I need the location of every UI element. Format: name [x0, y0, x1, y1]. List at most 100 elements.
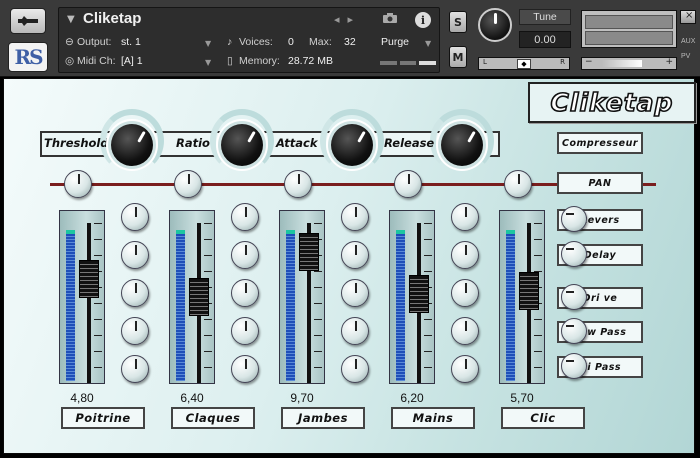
- fader-jambes[interactable]: [279, 210, 325, 384]
- fader-value-clic: 5,70: [510, 391, 534, 405]
- channel-name-poitrine[interactable]: Poitrine: [61, 407, 145, 429]
- instrument-panel: Cliketap Threshold Ratio Attack Release …: [3, 78, 696, 454]
- channel-name-mains[interactable]: Mains: [391, 407, 475, 429]
- pan-slider[interactable]: L ◆ R: [478, 57, 570, 70]
- send-knob-jambes-1[interactable]: [341, 203, 369, 231]
- send-knob-poitrine-3[interactable]: [121, 279, 149, 307]
- fader-handle[interactable]: [409, 275, 429, 314]
- fader-handle[interactable]: [79, 259, 99, 298]
- level-meter-peak: [66, 230, 75, 234]
- channel-name-claques[interactable]: Claques: [171, 407, 255, 429]
- level-meter: [286, 231, 295, 381]
- channel-name-jambes[interactable]: Jambes: [281, 407, 365, 429]
- volume-fill: [602, 60, 642, 67]
- fader-handle[interactable]: [189, 277, 209, 316]
- threshold-label: Threshold: [44, 136, 109, 150]
- attack-knob[interactable]: [331, 124, 373, 166]
- send-knob-claques-2[interactable]: [231, 241, 259, 269]
- tune-value[interactable]: 0.00: [519, 31, 571, 48]
- max-label: Max:: [309, 36, 332, 48]
- instrument-info-panel: ▼ Cliketap ◂▸ i ⊖ Output: st. 1 ▼ ♪ Voic…: [58, 7, 440, 73]
- send-knob-poitrine-1[interactable]: [121, 203, 149, 231]
- send-knob-poitrine-4[interactable]: [121, 317, 149, 345]
- level-meter-peak: [506, 230, 515, 234]
- send-knob-poitrine-5[interactable]: [121, 355, 149, 383]
- release-label: Release: [384, 136, 435, 150]
- midi-dropdown-icon[interactable]: ▼: [205, 58, 211, 67]
- level-meter: [66, 231, 75, 381]
- fader-poitrine[interactable]: [59, 210, 105, 384]
- pan-knob-jambes[interactable]: [284, 170, 312, 198]
- cliketap-logo: Cliketap: [528, 82, 696, 123]
- send-knob-poitrine-2[interactable]: [121, 241, 149, 269]
- revers-knob[interactable]: [561, 206, 587, 232]
- send-knob-claques-1[interactable]: [231, 203, 259, 231]
- drive-knob[interactable]: [561, 284, 587, 310]
- purge-menu[interactable]: Purge: [381, 36, 409, 48]
- pan-knob-clic[interactable]: [504, 170, 532, 198]
- send-knob-jambes-4[interactable]: [341, 317, 369, 345]
- fader-mains[interactable]: [389, 210, 435, 384]
- send-knob-claques-4[interactable]: [231, 317, 259, 345]
- voices-value: 0: [288, 36, 294, 48]
- fader-value-jambes: 9,70: [290, 391, 314, 405]
- camera-icon[interactable]: [382, 12, 400, 26]
- volume-slider[interactable]: − +: [581, 57, 677, 70]
- max-voices-value[interactable]: 32: [344, 36, 356, 48]
- volume-plus-label: +: [665, 57, 673, 67]
- meter-right-channel: [585, 31, 673, 45]
- fader-clic[interactable]: [499, 210, 545, 384]
- fader-handle[interactable]: [519, 271, 539, 310]
- threshold-knob[interactable]: [111, 124, 153, 166]
- prev-next-arrows-icon[interactable]: ◂▸: [334, 13, 361, 26]
- pan-button[interactable]: PAN: [557, 172, 643, 194]
- close-icon[interactable]: [680, 10, 696, 24]
- midi-channel-value[interactable]: [A] 1: [121, 55, 143, 67]
- info-icon[interactable]: i: [415, 12, 431, 28]
- level-meter-peak: [286, 230, 295, 234]
- pv-button[interactable]: PV: [681, 53, 690, 60]
- output-dropdown-icon[interactable]: ▼: [205, 39, 211, 48]
- fader-handle[interactable]: [299, 232, 319, 271]
- delay-knob[interactable]: [561, 241, 587, 267]
- send-knob-mains-5[interactable]: [451, 355, 479, 383]
- memory-value: 28.72 MB: [288, 55, 333, 67]
- low-pass-knob[interactable]: [561, 318, 587, 344]
- level-meter: [506, 231, 515, 381]
- pan-left-label: L: [483, 58, 487, 66]
- send-knob-mains-1[interactable]: [451, 203, 479, 231]
- aux-button[interactable]: AUX: [681, 38, 695, 45]
- fader-value-mains: 6,20: [400, 391, 424, 405]
- chevron-down-icon[interactable]: ▼: [67, 14, 75, 25]
- tune-label: Tune: [519, 9, 571, 25]
- fader-ticks: [94, 223, 102, 383]
- hi-pass-knob[interactable]: [561, 353, 587, 379]
- ratio-knob[interactable]: [221, 124, 263, 166]
- send-knob-claques-5[interactable]: [231, 355, 259, 383]
- channel-name-clic[interactable]: Clic: [501, 407, 585, 429]
- fader-claques[interactable]: [169, 210, 215, 384]
- pan-knob-poitrine[interactable]: [64, 170, 92, 198]
- pan-handle[interactable]: ◆: [517, 59, 531, 69]
- send-knob-mains-3[interactable]: [451, 279, 479, 307]
- send-knob-jambes-5[interactable]: [341, 355, 369, 383]
- purge-dropdown-icon[interactable]: ▼: [425, 39, 431, 48]
- instrument-title[interactable]: Cliketap: [83, 10, 141, 27]
- mute-button[interactable]: M: [449, 46, 467, 68]
- compresseur-button[interactable]: Compresseur: [557, 132, 643, 154]
- send-knob-mains-4[interactable]: [451, 317, 479, 345]
- solo-button[interactable]: S: [449, 11, 467, 33]
- output-value[interactable]: st. 1: [121, 36, 141, 48]
- header-left: RS: [4, 4, 52, 74]
- send-knob-claques-3[interactable]: [231, 279, 259, 307]
- release-knob[interactable]: [441, 124, 483, 166]
- pan-knob-mains[interactable]: [394, 170, 422, 198]
- pan-knob-claques[interactable]: [174, 170, 202, 198]
- pan-right-label: R: [560, 58, 565, 66]
- wrench-icon[interactable]: [10, 8, 46, 34]
- midi-icon: ◎: [65, 55, 75, 67]
- tune-knob[interactable]: [478, 8, 512, 42]
- send-knob-jambes-3[interactable]: [341, 279, 369, 307]
- send-knob-jambes-2[interactable]: [341, 241, 369, 269]
- send-knob-mains-2[interactable]: [451, 241, 479, 269]
